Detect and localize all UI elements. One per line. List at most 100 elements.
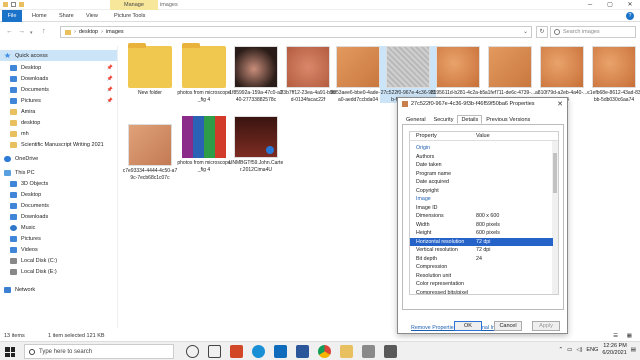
language-indicator[interactable]: ENG xyxy=(586,347,598,353)
sidebar-item[interactable]: Desktop xyxy=(0,189,117,200)
back-icon[interactable]: ← xyxy=(6,28,13,35)
manage-tab[interactable]: Manage xyxy=(110,0,158,10)
ok-button[interactable]: OK xyxy=(454,321,482,331)
property-row[interactable]: Height 600 pixels xyxy=(410,229,553,238)
tiles-view-icon[interactable]: ▦ xyxy=(627,333,632,339)
sidebar-item[interactable]: Downloads 📌 xyxy=(0,73,117,84)
notifications-icon[interactable]: ▤ xyxy=(631,347,636,353)
property-row[interactable]: Bit depth 24 xyxy=(410,255,553,264)
tab-security[interactable]: Security xyxy=(430,115,458,124)
property-row[interactable]: Compressed bits/pixel xyxy=(410,289,553,295)
explorer-icon[interactable] xyxy=(340,345,353,358)
property-row[interactable]: Authors xyxy=(410,153,553,162)
tab-view[interactable]: View xyxy=(82,10,102,22)
file-item[interactable]: 3195611d-b281-4c2a-b5db-78ee... xyxy=(430,46,486,103)
address-bar[interactable]: › desktop › images ⌄ xyxy=(60,26,532,38)
folder-item[interactable]: New folder xyxy=(122,43,178,97)
breadcrumb-desktop[interactable]: desktop xyxy=(79,29,98,35)
tab-picture-tools[interactable]: Picture Tools xyxy=(110,10,149,22)
sidebar-item[interactable]: Amira xyxy=(0,106,117,117)
new-folder-icon[interactable] xyxy=(19,2,24,7)
tab-share[interactable]: Share xyxy=(55,10,78,22)
file-item[interactable]: 1f85992a-159a-47c0-a240-27733882578c xyxy=(228,46,284,103)
property-row[interactable]: Horizontal resolution 72 dpi xyxy=(410,237,553,246)
sidebar-item[interactable]: Pictures xyxy=(0,233,117,244)
tab-file[interactable]: File xyxy=(2,10,22,22)
file-item[interactable]: c7e93334-4444-4c50-a79c-7ecb68c1c07c xyxy=(122,124,178,181)
folder-item[interactable]: photos from microscope_fig 4 xyxy=(176,43,232,103)
help-icon[interactable]: ? xyxy=(626,12,634,20)
property-row[interactable]: Color representation xyxy=(410,280,553,289)
chevron-down-icon[interactable]: ⌄ xyxy=(523,28,528,35)
property-row[interactable]: Width 800 pixels xyxy=(410,221,553,230)
sidebar-item[interactable]: 3D Objects xyxy=(0,178,117,189)
chevron-up-icon[interactable]: ⌃ xyxy=(559,347,564,353)
sidebar-item[interactable]: This PC xyxy=(0,167,117,178)
file-item[interactable]: c1efb68e-8612-43ad-83bb-5db030c6aa74 xyxy=(586,46,640,103)
photos-icon[interactable] xyxy=(274,345,287,358)
recent-chevron-icon[interactable]: ▾ xyxy=(30,30,33,36)
sidebar-item[interactable]: Desktop 📌 xyxy=(0,62,117,73)
property-row[interactable]: Vertical resolution 72 dpi xyxy=(410,246,553,255)
forward-icon[interactable]: → xyxy=(18,28,25,35)
tab-general[interactable]: General xyxy=(402,115,430,124)
minimize-icon[interactable]: ─ xyxy=(580,0,600,10)
breadcrumb-images[interactable]: images xyxy=(106,29,124,35)
sidebar-item[interactable]: Local Disk (C:) xyxy=(0,255,117,266)
powerpoint-icon[interactable] xyxy=(230,345,243,358)
property-row[interactable]: Image ID xyxy=(410,204,553,213)
edge-icon[interactable] xyxy=(252,345,265,358)
taskbar-search[interactable]: Type here to search xyxy=(24,344,174,359)
apply-button[interactable]: Apply xyxy=(532,321,560,331)
property-row[interactable]: Resolution unit xyxy=(410,272,553,281)
close-icon[interactable]: ✕ xyxy=(557,100,563,108)
property-row[interactable]: Date acquired xyxy=(410,178,553,187)
property-row[interactable]: Copyright xyxy=(410,187,553,196)
search-input[interactable]: Search images xyxy=(550,26,636,38)
sidebar-item[interactable]: mh xyxy=(0,128,117,139)
task-view-multi-icon[interactable] xyxy=(208,345,221,358)
sidebar-item[interactable]: Scientific Manuscript Writing 2021 xyxy=(0,139,117,150)
property-section[interactable]: Origin xyxy=(410,144,553,153)
scrollbar-thumb[interactable] xyxy=(553,153,557,193)
sidebar-item[interactable]: Network xyxy=(0,284,117,295)
sidebar-item[interactable]: Pictures 📌 xyxy=(0,95,117,106)
clock[interactable]: 12:26 PM 6/20/2021 xyxy=(602,343,626,357)
cancel-button[interactable]: Cancel xyxy=(494,321,522,331)
file-item[interactable]: a1fef711-de6c-4739-... xyxy=(482,46,538,97)
property-row[interactable]: Date taken xyxy=(410,161,553,170)
sidebar-item[interactable]: Videos xyxy=(0,244,117,255)
file-item[interactable]: photos from microscope_fig 4 xyxy=(176,116,232,173)
sidebar-item[interactable]: OneDrive xyxy=(0,153,117,164)
tab-previous-versions[interactable]: Previous Versions xyxy=(482,115,534,124)
details-view-icon[interactable]: ☰ xyxy=(613,333,618,339)
network-icon[interactable]: ▭ xyxy=(567,347,572,353)
up-icon[interactable]: ↑ xyxy=(42,28,46,35)
property-row[interactable]: Compression xyxy=(410,263,553,272)
sidebar-item[interactable]: Documents 📌 xyxy=(0,84,117,95)
file-item[interactable]: 27c522f0-967e-4c36-9f3b-f46f59f50ba6 xyxy=(380,46,436,103)
word-icon[interactable] xyxy=(296,345,309,358)
refresh-button[interactable]: ↻ xyxy=(536,26,548,38)
column-property[interactable]: Property xyxy=(416,133,437,139)
sidebar-item[interactable]: Music xyxy=(0,222,117,233)
property-list[interactable]: Property Value Origin Authors Date taken Pr… xyxy=(409,131,559,295)
sidebar-item[interactable]: Quick access xyxy=(0,50,117,61)
property-section[interactable]: Image xyxy=(410,195,553,204)
tab-details[interactable]: Details xyxy=(457,115,483,124)
file-item[interactable]: 8d53aee6-bbe0-4ade-a3a0-aedd7ccbda04 xyxy=(330,46,386,103)
checkbox-icon[interactable] xyxy=(11,2,16,7)
windows-start-icon[interactable] xyxy=(5,347,15,357)
tab-home[interactable]: Home xyxy=(28,10,51,22)
column-value[interactable]: Value xyxy=(476,133,490,139)
file-item[interactable]: 03b7ff12-23ea-4a91-b99d-0134facac22f xyxy=(280,46,336,103)
sidebar-item[interactable]: desktop xyxy=(0,117,117,128)
maximize-icon[interactable]: ▢ xyxy=(600,0,620,10)
close-icon[interactable]: ✕ xyxy=(620,0,640,10)
property-row[interactable]: Dimensions 800 x 600 xyxy=(410,212,553,221)
file-item[interactable]: UNMBGTf59.John.Carter.2012Cima4U xyxy=(228,116,284,173)
image-viewer-icon[interactable] xyxy=(362,345,375,358)
sidebar-item[interactable]: Documents xyxy=(0,200,117,211)
sidebar-item[interactable]: Downloads xyxy=(0,211,117,222)
task-view-icon[interactable] xyxy=(186,345,199,358)
